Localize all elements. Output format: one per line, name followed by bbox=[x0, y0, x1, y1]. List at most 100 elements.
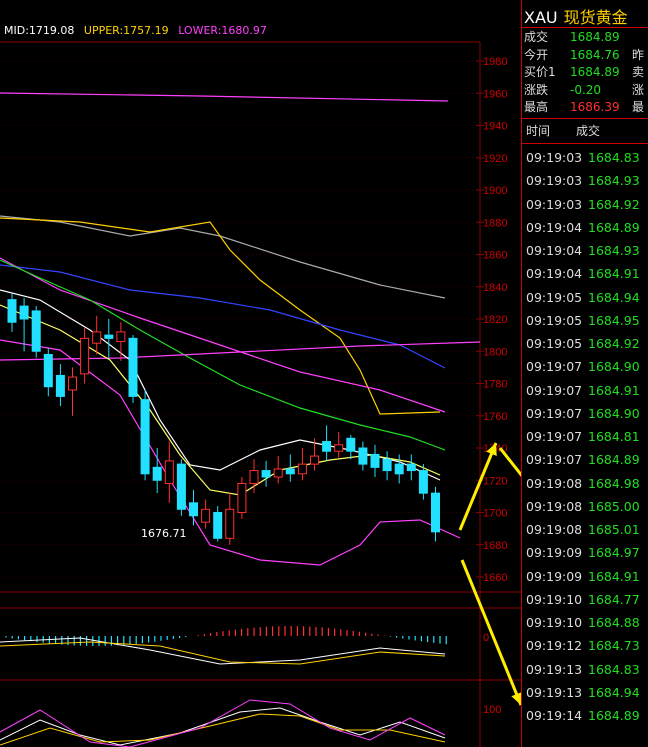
candle-body bbox=[370, 453, 380, 468]
quote-value: -0.20 bbox=[570, 82, 602, 97]
quote-value: 1684.76 bbox=[570, 47, 620, 62]
candle-body bbox=[116, 331, 126, 343]
upper-label: UPPER:1757.19 bbox=[83, 24, 169, 37]
tick-row: 09:19:07 1684.91 bbox=[526, 379, 640, 402]
candlesticks bbox=[7, 293, 440, 545]
tick-price: 1685.00 bbox=[588, 498, 640, 514]
tick-row: 09:19:07 1684.81 bbox=[526, 425, 640, 448]
tick-price: 1684.92 bbox=[588, 196, 640, 212]
price-chart[interactable]: 1980 1960 1940 1920 1900 1880 1860 1840 1820 1800… bbox=[0, 0, 521, 747]
divider bbox=[522, 27, 648, 28]
candle-body bbox=[7, 299, 17, 323]
tick-time: 09:19:13 bbox=[526, 684, 583, 700]
candle-body bbox=[261, 470, 271, 478]
tick-price: 1684.98 bbox=[588, 475, 640, 491]
quote-label: 最高 bbox=[524, 100, 549, 114]
candle-body bbox=[297, 463, 307, 475]
low-price-marker: 1676.71 bbox=[141, 527, 187, 540]
candle-body bbox=[358, 447, 368, 465]
kdj-panel bbox=[0, 699, 446, 747]
tick-time: 09:19:10 bbox=[526, 591, 583, 607]
candle-body bbox=[128, 337, 138, 397]
axis-tick-label: 1780 bbox=[483, 379, 507, 391]
tick-time: 09:19:07 bbox=[526, 452, 583, 468]
symbol-name: 现货黄金 bbox=[563, 8, 628, 27]
tick-time: 09:19:09 bbox=[526, 568, 583, 584]
candle-body bbox=[164, 460, 174, 484]
tick-price: 1684.93 bbox=[588, 243, 640, 258]
lower-label: LOWER:1680.97 bbox=[178, 24, 267, 37]
axis-tick-label: 1840 bbox=[483, 282, 507, 294]
tick-time: 09:19:03 bbox=[526, 196, 583, 212]
quote-row: 涨跌 -0.20 涨 bbox=[524, 82, 648, 99]
tick-time: 09:19:14 bbox=[526, 708, 583, 723]
axis-tick-label: 1720 bbox=[483, 475, 507, 487]
tick-price: 1684.73 bbox=[588, 638, 640, 654]
axis-tick-label: 1660 bbox=[483, 572, 507, 584]
quote-value: 1684.89 bbox=[570, 65, 620, 79]
tick-time: 09:19:12 bbox=[526, 638, 583, 654]
ma-grey-line bbox=[0, 215, 446, 299]
candle-body bbox=[31, 310, 41, 352]
candle-body bbox=[43, 353, 53, 388]
tick-time: 09:19:07 bbox=[526, 382, 583, 398]
tick-row: 09:19:05 1684.94 bbox=[526, 286, 640, 309]
candle-body bbox=[92, 331, 102, 344]
divider bbox=[522, 143, 648, 144]
tick-row: 09:19:14 1684.89 bbox=[526, 704, 640, 727]
tick-time: 09:19:07 bbox=[526, 359, 583, 375]
tick-row: 09:19:05 1684.95 bbox=[526, 309, 640, 332]
tick-time: 09:19:08 bbox=[526, 475, 583, 491]
candle-body bbox=[104, 334, 114, 339]
tick-price: 1684.89 bbox=[588, 708, 640, 723]
candle-body bbox=[249, 470, 259, 484]
tick-row: 09:19:10 1684.77 bbox=[526, 588, 640, 611]
candle-body bbox=[152, 466, 162, 481]
axis-tick-label: 1800 bbox=[483, 346, 507, 358]
tick-time: 09:19:08 bbox=[526, 522, 583, 537]
tick-time: 09:19:04 bbox=[526, 219, 583, 235]
tick-row: 09:19:04 1684.89 bbox=[526, 216, 640, 239]
tick-price: 1684.94 bbox=[588, 289, 640, 305]
tick-time: 09:19:09 bbox=[526, 545, 583, 561]
tick-row: 09:19:08 1685.00 bbox=[526, 495, 640, 518]
tick-price: 1684.91 bbox=[588, 266, 640, 282]
tick-row: 09:19:03 1684.93 bbox=[526, 169, 640, 192]
tick-price: 1684.91 bbox=[588, 568, 640, 584]
tick-time: 09:19:05 bbox=[526, 336, 583, 351]
tick-row: 09:19:04 1684.91 bbox=[526, 262, 640, 285]
quote-extra: 卖 bbox=[632, 65, 645, 79]
axis-tick-label: 1820 bbox=[483, 314, 507, 326]
tick-header-price: 成交 bbox=[576, 124, 601, 138]
tick-row: 09:19:05 1684.92 bbox=[526, 332, 640, 355]
tick-price: 1684.90 bbox=[588, 405, 640, 421]
candle-body bbox=[68, 376, 77, 391]
axis-tick-label: 1880 bbox=[483, 217, 507, 229]
symbol-code: XAU bbox=[524, 8, 558, 27]
tick-price: 1684.91 bbox=[588, 382, 640, 398]
tick-price: 1684.93 bbox=[588, 173, 640, 189]
quote-extra: 涨 bbox=[632, 82, 645, 97]
tick-price: 1685.01 bbox=[588, 522, 640, 537]
tick-price: 1684.83 bbox=[588, 150, 640, 165]
quote-row: 最高 1686.39 最 bbox=[524, 99, 648, 116]
candle-body bbox=[189, 502, 198, 517]
tick-row: 09:19:10 1684.88 bbox=[526, 611, 640, 634]
ma-long-line bbox=[0, 92, 449, 102]
quote-panel: XAU 现货黄金 成交 1684.89 今开 1684.76 昨买价1 1684.89 卖涨跌… bbox=[521, 0, 648, 747]
macd-axis-label: 0 bbox=[483, 632, 489, 644]
tick-row: 09:19:07 1684.90 bbox=[526, 355, 640, 378]
candle-body bbox=[273, 468, 283, 478]
tick-time: 09:19:07 bbox=[526, 405, 583, 421]
tick-time: 09:19:05 bbox=[526, 312, 583, 328]
quote-label: 买价1 bbox=[524, 65, 556, 79]
axis-tick-label: 1960 bbox=[483, 88, 507, 100]
tick-price: 1684.89 bbox=[588, 219, 640, 235]
axis-tick-label: 1680 bbox=[483, 540, 507, 552]
tick-time: 09:19:05 bbox=[526, 289, 583, 305]
chart-grid bbox=[0, 41, 521, 747]
tick-time: 09:19:07 bbox=[526, 429, 583, 444]
axis-tick-label: 1900 bbox=[483, 185, 507, 197]
quote-extra: 昨 bbox=[632, 47, 645, 62]
quote-row: 成交 1684.89 bbox=[524, 29, 648, 46]
